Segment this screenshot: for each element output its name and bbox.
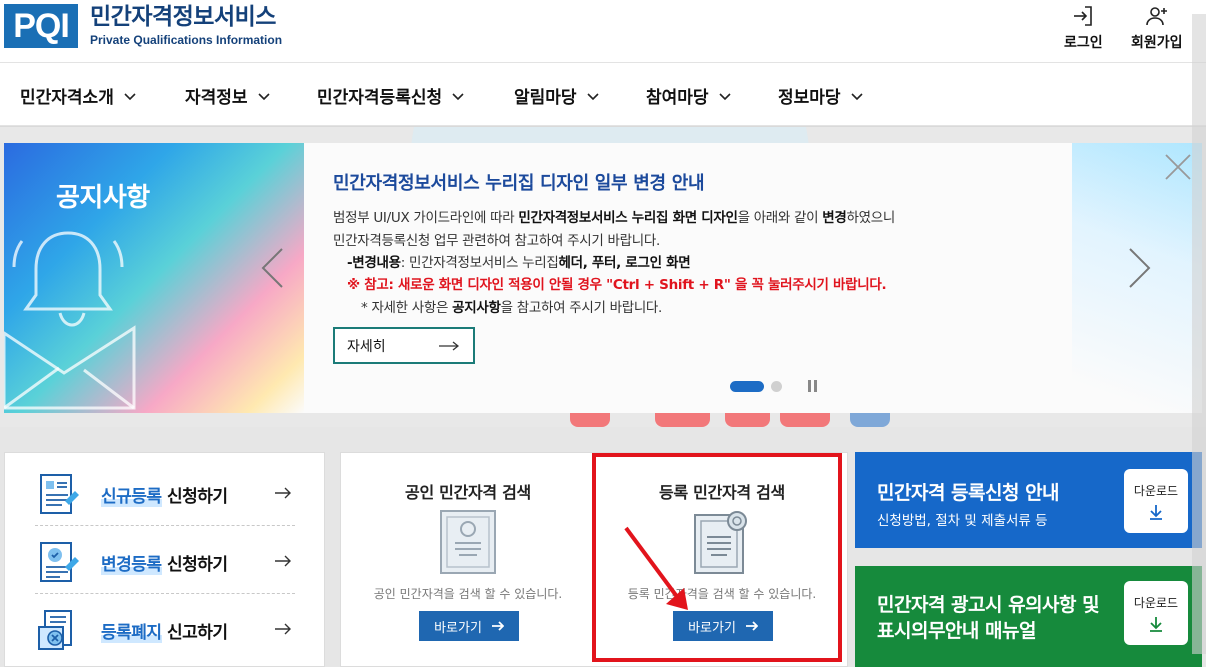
registered-search-button[interactable]: 바로가기	[673, 611, 773, 641]
nav-item-information[interactable]: 정보마당	[778, 83, 863, 108]
detail-button[interactable]: 자세히	[333, 327, 475, 364]
carousel-prev-icon[interactable]	[260, 247, 284, 289]
login-icon	[1074, 6, 1093, 26]
notice-line-5: * 자세한 사항은 공지사항을 참고하여 주시기 바랍니다.	[361, 300, 663, 316]
login-link[interactable]: 로그인	[1064, 4, 1103, 52]
signup-label: 회원가입	[1131, 35, 1183, 51]
signup-link[interactable]: 회원가입	[1131, 4, 1183, 52]
official-search-panel: 공인 민간자격 검색 공인 민간자격을 검색 할 수 있습니다. 바로가기	[341, 453, 595, 667]
nav-item-notices[interactable]: 알림마당	[514, 83, 599, 108]
notice-heading[interactable]: 민간자격정보서비스 누리집 디자인 일부 변경 안내	[333, 169, 705, 195]
official-search-desc: 공인 민간자격을 검색 할 수 있습니다.	[373, 587, 563, 601]
nav-item-registration[interactable]: 민간자격등록신청	[317, 83, 464, 108]
arrow-right-icon	[491, 621, 504, 631]
change-registration-link[interactable]: 변경등록 신청하기	[35, 529, 295, 595]
registration-card: 신규등록 신청하기 변경등록 신청하기 등록폐지 신고하기	[4, 452, 325, 667]
document-cancel-icon	[38, 610, 72, 650]
notice-line-3: -변경내용: 민간자격정보서비스 누리집헤더, 푸터, 로그인 화면	[347, 255, 691, 271]
chevron-down-icon	[586, 92, 599, 100]
download-icon	[1150, 505, 1162, 520]
document-form-icon	[40, 474, 79, 514]
notice-line-2: 민간자격등록신청 업무 관련하여 참고하여 주시기 바랍니다.	[333, 233, 660, 249]
notice-line-1: 범정부 UI/UX 가이드라인에 따라 민간자격정보서비스 누리집 화면 디자인…	[333, 210, 896, 226]
carousel-dot-active[interactable]	[730, 381, 764, 392]
user-add-icon	[1145, 7, 1167, 26]
guide-download-button[interactable]: 다운로드	[1124, 469, 1188, 533]
chevron-down-icon	[257, 92, 270, 100]
download-icon	[1150, 617, 1162, 632]
certificate-seal-icon	[694, 511, 747, 574]
bell-icon	[4, 231, 136, 410]
site-header: PQI 민간자격정보서비스 Private Qualifications Inf…	[0, 0, 1206, 62]
ad-manual-title-1: 민간자격 광고시 유의사항 및	[877, 594, 1100, 616]
official-search-button[interactable]: 바로가기	[419, 611, 519, 641]
registration-guide-panel: 민간자격 등록신청 안내 신청방법, 절차 및 제출서류 등 다운로드	[855, 452, 1202, 548]
arrow-right-icon	[275, 623, 291, 635]
main-nav: 민간자격소개 자격정보 민간자격등록신청 알림마당 참여마당 정보마당	[0, 62, 1206, 126]
close-icon[interactable]	[1164, 153, 1192, 181]
arrow-right-icon	[745, 621, 758, 631]
ad-manual-title-2: 표시의무안내 매뉴얼	[877, 620, 1036, 642]
registration-guide-sub: 신청방법, 절차 및 제출서류 등	[877, 513, 1048, 529]
nav-item-intro[interactable]: 민간자격소개	[20, 83, 136, 108]
notice-badge: 공지사항	[56, 183, 150, 213]
logo-title-kr: 민간자격정보서비스	[90, 4, 276, 30]
arrow-right-icon	[275, 555, 291, 567]
notice-line-4: ※ 참고: 새로운 화면 디자인 적용이 안될 경우 "Ctrl + Shift…	[347, 277, 887, 293]
site-logo[interactable]: PQI 민간자격정보서비스 Private Qualifications Inf…	[4, 4, 282, 48]
registration-guide-title: 민간자격 등록신청 안내	[877, 482, 1060, 504]
manual-download-button[interactable]: 다운로드	[1124, 581, 1188, 645]
pause-icon[interactable]	[808, 380, 817, 392]
certificate-icon	[440, 510, 496, 574]
ad-manual-panel: 민간자격 광고시 유의사항 및 표시의무안내 매뉴얼 다운로드	[855, 566, 1202, 667]
qualification-search-card: 공인 민간자격 검색 공인 민간자격을 검색 할 수 있습니다. 바로가기 등록…	[340, 452, 848, 667]
login-label: 로그인	[1064, 35, 1103, 51]
chevron-down-icon	[124, 92, 136, 100]
logo-title-en: Private Qualifications Information	[90, 33, 283, 47]
annotation-arrow-icon	[624, 526, 688, 610]
chevron-down-icon	[718, 92, 731, 100]
nav-item-participation[interactable]: 참여마당	[646, 83, 731, 108]
official-search-title: 공인 민간자격 검색	[405, 483, 531, 502]
carousel-next-icon[interactable]	[1128, 247, 1152, 289]
document-edit-icon	[40, 542, 79, 582]
logo-mark: PQI	[4, 4, 78, 48]
nav-item-qualification-info[interactable]: 자격정보	[185, 83, 270, 108]
chevron-down-icon	[452, 92, 464, 100]
cancel-registration-link[interactable]: 등록폐지 신고하기	[35, 597, 295, 663]
new-registration-link[interactable]: 신규등록 신청하기	[35, 461, 295, 527]
arrow-right-icon	[439, 341, 459, 351]
chevron-down-icon	[850, 92, 863, 100]
arrow-right-icon	[275, 487, 291, 499]
notice-banner: 공지사항 민간자격정보서비스 누리집 디자인 일부 변경 안내 범정부 UI/U…	[4, 143, 1202, 413]
registered-search-title: 등록 민간자격 검색	[659, 483, 785, 502]
carousel-dot[interactable]	[771, 381, 782, 392]
scroll-edge	[1192, 14, 1206, 654]
